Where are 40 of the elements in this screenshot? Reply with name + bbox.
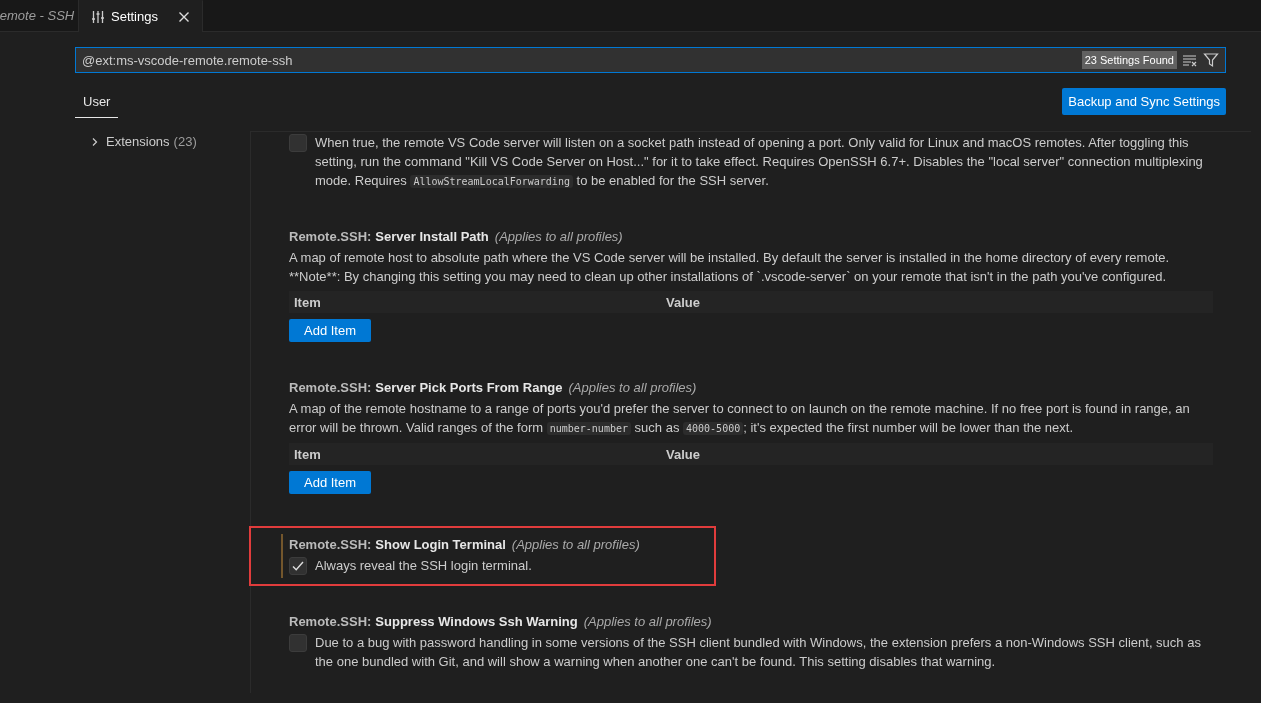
setting-name: Show Login Terminal bbox=[375, 537, 506, 552]
setting-scope: (Applies to all profiles) bbox=[511, 537, 640, 552]
checkbox[interactable] bbox=[289, 557, 307, 575]
column-header: Item bbox=[293, 446, 322, 462]
setting-description: Due to a bug with password handling in some versions of the SSH client bundled with Windows, the extension prefers a non-Windows SSH client, such as the one bundled with Git, and will show a warning when another one can't be found. This setting disables that warning. bbox=[315, 634, 1202, 671]
setting-name: Server Pick Ports From Range bbox=[375, 380, 563, 395]
editor-tab[interactable]: Settings bbox=[79, 0, 203, 32]
filter-icon[interactable] bbox=[1203, 52, 1219, 68]
setting-category: Remote.SSH: bbox=[289, 614, 372, 629]
search-field[interactable]: @ext:ms-vscode-remote.remote-ssh 23 Settings Found bbox=[75, 47, 1226, 73]
checkbox[interactable] bbox=[289, 634, 307, 652]
column-header: Item bbox=[293, 294, 322, 310]
setting-name: Server Install Path bbox=[375, 229, 489, 244]
setting-description: A map of remote host to absolute path where the VS Code server will be installed. By default the server is installed in the home directory of every remote. **Note**: By changing this setting you may need to clean up other installations of `.vscode-server` on your remote that isn't in the path you've configured. bbox=[289, 249, 1171, 286]
setting-scope: (Applies to all profiles) bbox=[568, 380, 697, 395]
result-count: 23 Settings Found bbox=[1081, 51, 1177, 69]
setting-description: When true, the remote VS Code server will listen on a socket path instead of opening a port. Only valid for Linux and macOS remotes. After toggling this setting, run the command "Kill VS Code Server on Host..." for it to take effect. Requires OpenSSH 6.7+. Disables the "local server" connection multiplexing mode. Requires AllowStreamLocalForwarding to be enabled for the SSH server. bbox=[315, 134, 1204, 190]
setting-category: Remote.SSH: bbox=[289, 380, 372, 395]
column-header: Value bbox=[665, 294, 701, 310]
tree-count: (23) bbox=[173, 134, 197, 149]
add-item-button[interactable]: Add Item bbox=[289, 471, 372, 494]
scope-tab[interactable]: User bbox=[75, 86, 119, 118]
setting-description: A map of the remote hostname to a range of ports you'd prefer the server to connect to on launch on the remote machine. If no free port is found in range, an error will be thrown. Valid ranges of the form number-number such as 4000-5000 ; it's expected the first number will be lower than the next. bbox=[289, 400, 1191, 437]
setting-scope: (Applies to all profiles) bbox=[583, 614, 712, 629]
checkbox[interactable] bbox=[289, 134, 307, 152]
tree-item[interactable]: Extensions (23) bbox=[0, 134, 250, 149]
tab-label: Settings bbox=[111, 9, 158, 24]
setting-name: Suppress Windows Ssh Warning bbox=[375, 614, 578, 629]
close-icon[interactable] bbox=[178, 10, 190, 23]
tree-label: Extensions bbox=[106, 134, 170, 149]
setting-category: Remote.SSH: bbox=[289, 229, 372, 244]
tab-label: emote - SSH bbox=[0, 8, 75, 23]
add-item-button[interactable]: Add Item bbox=[289, 319, 372, 342]
sliders-icon bbox=[91, 9, 105, 24]
setting-scope: (Applies to all profiles) bbox=[494, 229, 623, 244]
setting-category: Remote.SSH: bbox=[289, 537, 372, 552]
clear-filter-icon[interactable] bbox=[1182, 53, 1198, 67]
backup-sync-button[interactable]: Backup and Sync Settings bbox=[1062, 87, 1226, 115]
setting-description: Always reveal the SSH login terminal. bbox=[315, 557, 532, 575]
column-header: Value bbox=[665, 446, 701, 462]
